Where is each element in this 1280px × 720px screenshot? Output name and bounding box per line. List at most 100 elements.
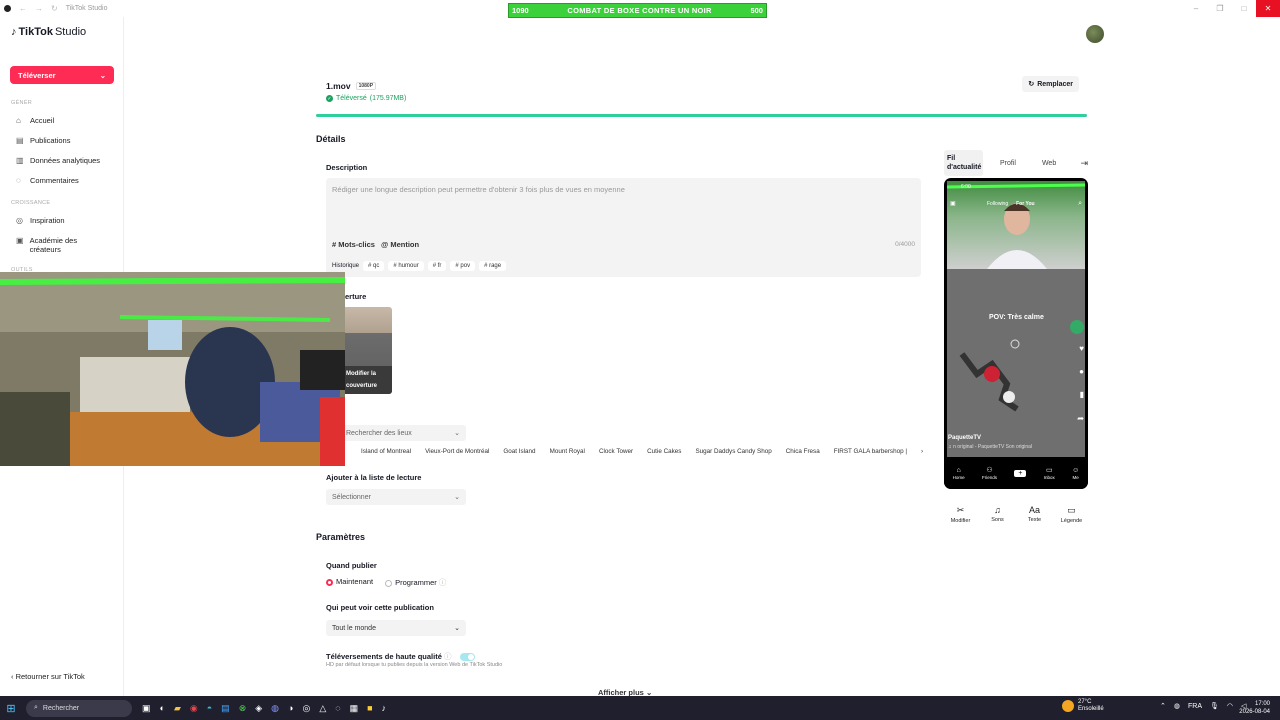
maximize-icon[interactable]: □ xyxy=(1232,0,1256,17)
avatar[interactable] xyxy=(1086,25,1104,43)
tab-feed[interactable]: Fil d'actualité xyxy=(944,150,983,176)
hashtag-button[interactable]: # Mots-clics xyxy=(332,240,375,249)
sidebar-item-inspiration[interactable]: ◎ Inspiration xyxy=(16,216,65,225)
app-d-icon[interactable]: ■ xyxy=(367,703,372,714)
tray-app-icon[interactable]: ◍ xyxy=(1174,702,1180,710)
windows-start-icon[interactable]: ⊞ xyxy=(0,702,22,715)
tool-edit[interactable]: ✂ Modifier xyxy=(944,500,977,528)
when-label: Quand publier xyxy=(326,561,377,570)
history-chip[interactable]: # qc xyxy=(363,261,385,271)
radio-icon xyxy=(385,579,393,587)
location-search[interactable]: Rechercher des lieux ⌄ xyxy=(326,425,466,441)
location-chip[interactable]: Sugar Daddys Candy Shop xyxy=(695,448,771,455)
hq-toggle[interactable] xyxy=(459,653,475,662)
publish-time-options: Maintenant Programmer ⓘ xyxy=(326,577,446,588)
phone-preview: 6:00 Following For You ▣ ⌕ POV: Très cal… xyxy=(944,178,1088,489)
taskbar-search[interactable]: ⌕ Rechercher xyxy=(26,699,132,717)
tool-sounds[interactable]: ♫ Sons xyxy=(981,500,1014,528)
sidebar-item-analytics[interactable]: ▥ Données analytiques xyxy=(16,156,100,165)
nav-home-label: Home xyxy=(952,474,965,480)
task-view-icon[interactable]: ▣ xyxy=(142,703,151,714)
nav-inbox: ▭ Inbox xyxy=(1044,466,1055,480)
steam-icon[interactable]: ◑ xyxy=(288,703,293,714)
upload-button[interactable]: Téléverser ⌄ xyxy=(10,66,114,84)
upload-label: Téléverser xyxy=(18,70,56,80)
refresh-icon: ↻ xyxy=(1028,81,1035,88)
close-icon[interactable]: ✕ xyxy=(1256,0,1280,17)
store-icon[interactable]: ▤ xyxy=(221,703,230,714)
history-chip[interactable]: # pov xyxy=(450,261,476,271)
restore-icon[interactable]: ❐ xyxy=(1208,0,1232,17)
location-chip[interactable]: Chica Fresa xyxy=(786,448,820,455)
playlist-placeholder: Sélectionner xyxy=(332,493,371,501)
option-now[interactable]: Maintenant xyxy=(326,577,373,588)
chevron-right-icon[interactable]: › xyxy=(921,448,923,455)
browser-controls: ← → ↻ TikTok Studio xyxy=(0,4,107,13)
tool-sounds-label: Sons xyxy=(991,517,1004,523)
sidebar-item-academy[interactable]: ▣ Académie des créateurs xyxy=(16,236,96,254)
edge-icon[interactable]: ◓ xyxy=(207,703,212,714)
caption-icon: ▭ xyxy=(1067,504,1076,515)
chevron-up-icon[interactable]: ⌃ xyxy=(1160,702,1166,710)
xbox-icon[interactable]: ⊗ xyxy=(239,703,247,714)
search-icon: ⌕ xyxy=(34,704,38,711)
mic-icon[interactable]: 🎙︎ xyxy=(1210,702,1219,710)
taskbar-clock[interactable]: 17:00 2026-08-04 xyxy=(1239,700,1270,716)
option-schedule[interactable]: Programmer ⓘ xyxy=(385,577,446,588)
obs-icon[interactable]: ◎ xyxy=(302,703,310,714)
sidebar-item-accueil[interactable]: ⌂ Accueil xyxy=(16,116,54,125)
location-chip[interactable]: Vieux-Port de Montréal xyxy=(425,448,489,455)
playlist-select[interactable]: Sélectionner ⌄ xyxy=(326,489,466,505)
tab-profile[interactable]: Profil xyxy=(997,156,1019,171)
location-chip[interactable]: Island of Montreal xyxy=(361,448,411,455)
file-explorer-icon[interactable]: ▰ xyxy=(174,703,181,714)
overlay-left-count: 1090 xyxy=(512,6,529,15)
section-growth: CROISSANCE xyxy=(11,200,51,206)
copilot-icon[interactable]: ◐ xyxy=(160,703,165,714)
replace-button[interactable]: ↻ Remplacer xyxy=(1022,76,1079,92)
chevron-down-icon: ⌄ xyxy=(454,494,460,501)
app-a-icon[interactable]: △ xyxy=(319,703,326,714)
discord-icon[interactable]: ◍ xyxy=(271,703,279,714)
mention-button[interactable]: @ Mention xyxy=(381,240,419,249)
tool-caption[interactable]: ▭ Légende xyxy=(1055,500,1088,528)
app-c-icon[interactable]: ▦ xyxy=(350,703,359,714)
analytics-icon: ▥ xyxy=(16,156,24,165)
history-chip[interactable]: # humour xyxy=(388,261,424,271)
location-chip[interactable]: Goat Island xyxy=(503,448,535,455)
history-chip[interactable]: # fr xyxy=(427,261,447,271)
info-icon: ⓘ xyxy=(443,652,452,661)
forward-icon[interactable]: → xyxy=(35,4,43,13)
file-name-row: 1.mov 1080P xyxy=(326,81,377,91)
sidebar-item-comments[interactable]: ◌ Commentaires xyxy=(16,176,79,185)
falling-figure xyxy=(959,339,1020,412)
app-b-icon[interactable]: ◌ xyxy=(335,703,340,714)
tiktok-taskbar-icon[interactable]: ♪ xyxy=(382,703,387,714)
history-chip[interactable]: # rage xyxy=(479,261,507,271)
refresh-icon[interactable]: ↻ xyxy=(51,4,58,13)
tool-text[interactable]: Aa Texte xyxy=(1018,500,1051,528)
location-chip[interactable]: Clock Tower xyxy=(599,448,633,455)
gamepad-icon[interactable]: ◈ xyxy=(255,703,262,714)
nav-friends: ⚇ Friends xyxy=(982,466,997,480)
visibility-select[interactable]: Tout le monde ⌄ xyxy=(326,620,466,636)
tiktok-studio-logo[interactable]: ♪ TikTok Studio xyxy=(11,26,86,38)
chrome-icon[interactable]: ◉ xyxy=(190,703,198,714)
location-chip[interactable]: Mount Royal xyxy=(550,448,585,455)
tab-web[interactable]: Web xyxy=(1039,156,1059,171)
wifi-icon[interactable]: ◠ xyxy=(1227,702,1233,710)
tool-edit-label: Modifier xyxy=(950,517,971,524)
location-chip[interactable]: FIRST GALA barbershop | xyxy=(834,448,907,455)
description-input[interactable]: Rédiger une longue description peut perm… xyxy=(326,178,921,277)
clock-date: 2026-08-04 xyxy=(1239,709,1270,715)
file-card: 1.mov 1080P ✓ Téléversé (175.97MB) ↻ Rem… xyxy=(316,67,1087,116)
back-icon[interactable]: ← xyxy=(19,4,27,13)
back-to-tiktok-link[interactable]: ‹ Retourner sur TikTok xyxy=(11,672,85,681)
weather-widget[interactable]: 27°C Ensoleillé xyxy=(1062,699,1104,713)
exit-preview-icon[interactable]: ⇥ xyxy=(1080,158,1088,169)
overlay-title: COMBAT DE BOXE CONTRE UN NOIR xyxy=(567,6,712,15)
lang-indicator[interactable]: FRA xyxy=(1188,703,1202,710)
sidebar-item-publications[interactable]: ▤ Publications xyxy=(16,136,70,145)
location-chip[interactable]: Cutie Cakes xyxy=(647,448,681,455)
minimize-icon[interactable]: – xyxy=(1184,0,1208,17)
